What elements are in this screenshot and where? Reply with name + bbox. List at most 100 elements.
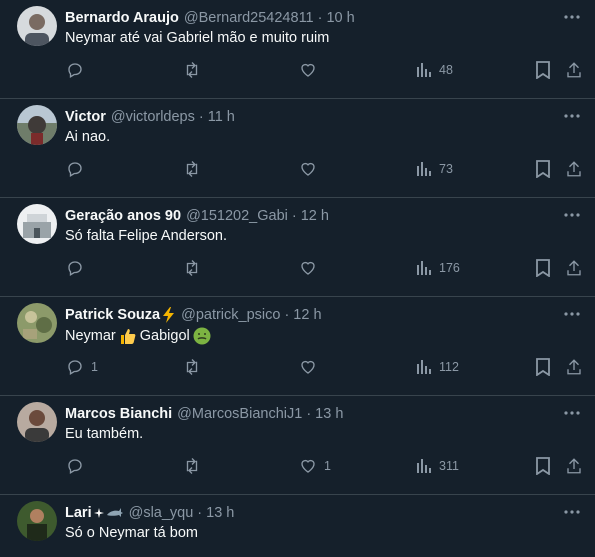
like-button[interactable] xyxy=(299,60,317,80)
separator-dot: · xyxy=(284,307,290,323)
author-name[interactable]: Geração anos 90 xyxy=(65,208,181,224)
share-button[interactable] xyxy=(565,456,583,476)
tweet-text: Só falta Felipe Anderson. xyxy=(65,228,228,244)
views-icon xyxy=(417,459,431,473)
reply-icon xyxy=(68,162,82,177)
reply-button[interactable] xyxy=(66,258,84,278)
reply-button[interactable]: 1 xyxy=(66,357,98,377)
more-icon[interactable] xyxy=(563,307,581,321)
separator-dot: · xyxy=(291,208,297,224)
avatar[interactable] xyxy=(17,204,57,244)
avatar[interactable] xyxy=(17,501,57,541)
tweet-time[interactable]: 10 h xyxy=(326,10,354,26)
author-handle[interactable]: @Bernard25424811 xyxy=(184,10,314,26)
bookmark-button[interactable] xyxy=(535,159,551,179)
tweet[interactable]: Marcos Bianchi @MarcosBianchiJ1 · 13 h E… xyxy=(0,396,595,495)
share-button[interactable] xyxy=(565,258,583,278)
author-name[interactable]: Marcos Bianchi xyxy=(65,406,172,422)
reply-button[interactable] xyxy=(66,159,84,179)
tweet-text: Neymar Gabigol xyxy=(65,327,214,345)
tweet-actions: 73 xyxy=(0,159,595,179)
views-icon xyxy=(417,63,431,77)
more-icon[interactable] xyxy=(563,208,581,222)
retweet-button[interactable] xyxy=(182,60,202,80)
tweet-text-part: Gabigol xyxy=(139,328,190,344)
author-handle[interactable]: @victorldeps xyxy=(111,109,195,125)
tweet-time[interactable]: 13 h xyxy=(206,505,234,521)
retweet-button[interactable] xyxy=(182,258,202,278)
tweet-text: Só o Neymar tá bom xyxy=(65,525,198,541)
tweet[interactable]: Geração anos 90 @151202_Gabi · 12 h Só f… xyxy=(0,198,595,297)
author-handle[interactable]: @MarcosBianchiJ1 xyxy=(177,406,302,422)
share-icon xyxy=(567,359,581,375)
like-button[interactable] xyxy=(299,258,317,278)
avatar[interactable] xyxy=(17,303,57,343)
views-count: 176 xyxy=(439,261,460,275)
retweet-button[interactable] xyxy=(182,456,202,476)
tweet-time[interactable]: 11 h xyxy=(208,109,235,125)
nauseated-face-icon xyxy=(193,327,211,345)
like-button[interactable]: 1 xyxy=(299,456,331,476)
views-button[interactable]: 112 xyxy=(416,357,459,377)
author-name[interactable]: Bernardo Araujo xyxy=(65,10,179,26)
retweet-button[interactable] xyxy=(182,357,202,377)
views-icon xyxy=(417,162,431,176)
reply-button[interactable] xyxy=(66,456,84,476)
author-handle[interactable]: @patrick_psico xyxy=(181,307,280,323)
views-button[interactable]: 176 xyxy=(416,258,460,278)
views-button[interactable]: 311 xyxy=(416,456,459,476)
avatar[interactable] xyxy=(17,402,57,442)
retweet-icon xyxy=(186,359,198,375)
tweet-text: Eu também. xyxy=(65,426,144,442)
author-handle[interactable]: @sla_yqu xyxy=(129,505,194,521)
tweet-actions: 176 xyxy=(0,258,595,278)
tweet[interactable]: Patrick Souza @patrick_psico · 12 h Neym… xyxy=(0,297,595,396)
share-icon xyxy=(567,260,581,276)
more-icon[interactable] xyxy=(563,406,581,420)
bookmark-icon xyxy=(536,61,550,79)
reply-button[interactable] xyxy=(66,60,84,80)
share-button[interactable] xyxy=(565,159,583,179)
avatar[interactable] xyxy=(17,6,57,46)
like-button[interactable] xyxy=(299,159,317,179)
lightning-icon xyxy=(162,307,176,323)
heart-icon xyxy=(301,63,315,77)
separator-dot: · xyxy=(197,505,203,521)
tweet[interactable]: Bernardo Araujo @Bernard25424811 · 10 h … xyxy=(0,0,595,99)
tweet-time[interactable]: 13 h xyxy=(315,406,343,422)
separator-dot: · xyxy=(198,109,204,125)
more-icon[interactable] xyxy=(563,10,581,24)
retweet-icon xyxy=(186,458,198,474)
like-button[interactable] xyxy=(299,357,317,377)
views-button[interactable]: 73 xyxy=(416,159,453,179)
tweet[interactable]: Lari @sla_yqu · 13 h Só o Neymar tá bom xyxy=(0,495,595,557)
share-icon xyxy=(567,62,581,78)
views-count: 48 xyxy=(439,63,453,77)
heart-icon xyxy=(301,459,315,473)
reply-count: 1 xyxy=(91,360,98,374)
bookmark-button[interactable] xyxy=(535,258,551,278)
author-name[interactable]: Victor xyxy=(65,109,106,125)
views-count: 112 xyxy=(439,360,459,374)
bookmark-button[interactable] xyxy=(535,456,551,476)
retweet-icon xyxy=(186,260,198,276)
tweet-time[interactable]: 12 h xyxy=(293,307,321,323)
author-name[interactable]: Lari xyxy=(65,505,92,521)
tweet-time[interactable]: 12 h xyxy=(301,208,329,224)
author-name[interactable]: Patrick Souza xyxy=(65,307,160,323)
avatar[interactable] xyxy=(17,105,57,145)
more-icon[interactable] xyxy=(563,109,581,123)
share-button[interactable] xyxy=(565,357,583,377)
author-handle[interactable]: @151202_Gabi xyxy=(186,208,288,224)
bookmark-button[interactable] xyxy=(535,60,551,80)
tweet[interactable]: Victor @victorldeps · 11 h Ai nao. 73 xyxy=(0,99,595,198)
views-count: 73 xyxy=(439,162,453,176)
bookmark-button[interactable] xyxy=(535,357,551,377)
tweet-text: Neymar até vai Gabriel mão e muito ruim xyxy=(65,30,330,46)
views-button[interactable]: 48 xyxy=(416,60,453,80)
share-button[interactable] xyxy=(565,60,583,80)
more-icon[interactable] xyxy=(563,505,581,519)
tweet-actions: 48 xyxy=(0,60,595,80)
separator-dot: · xyxy=(306,406,312,422)
retweet-button[interactable] xyxy=(182,159,202,179)
